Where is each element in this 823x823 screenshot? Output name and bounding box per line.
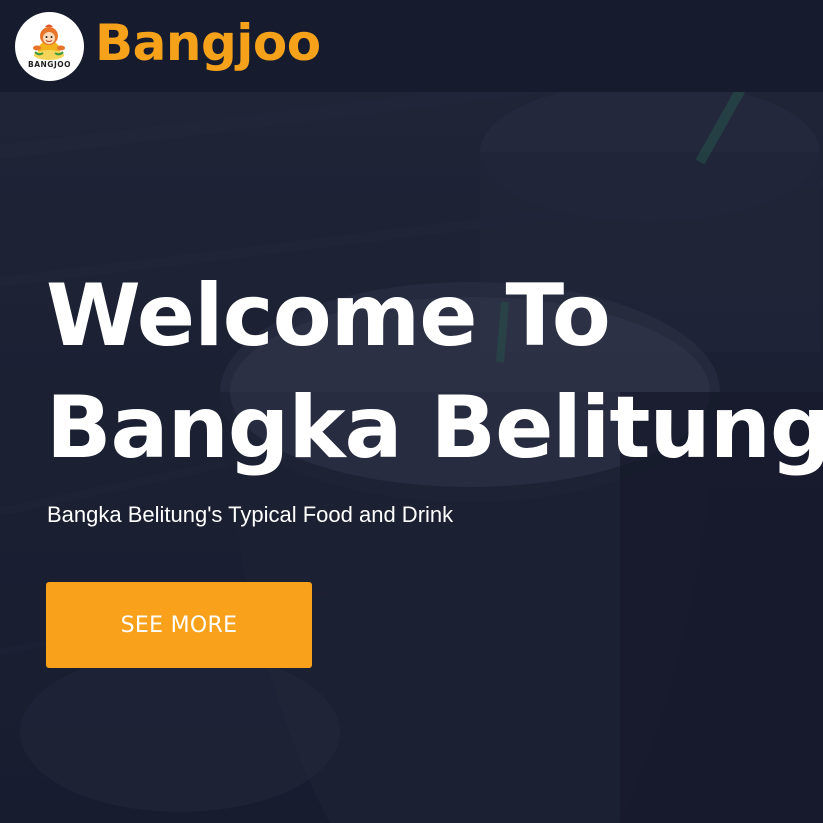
hero-subtitle: Bangka Belitung's Typical Food and Drink xyxy=(47,502,454,527)
brand-name[interactable]: Bangjoo xyxy=(95,18,321,68)
hero-section: Welcome To Bangka Belitung Bangka Belitu… xyxy=(0,92,823,823)
logo-text: BANGJOO xyxy=(28,59,71,69)
mascot-logo-icon xyxy=(33,24,65,60)
hero-title-line2: Bangka Belitung xyxy=(46,378,823,478)
see-more-button[interactable]: SEE MORE xyxy=(46,582,312,668)
hero-title: Welcome To Bangka Belitung xyxy=(46,260,823,484)
navbar: BANGJOO Bangjoo xyxy=(0,0,823,92)
hero-title-line1: Welcome To xyxy=(46,266,611,366)
brand-logo[interactable]: BANGJOO xyxy=(15,11,84,81)
